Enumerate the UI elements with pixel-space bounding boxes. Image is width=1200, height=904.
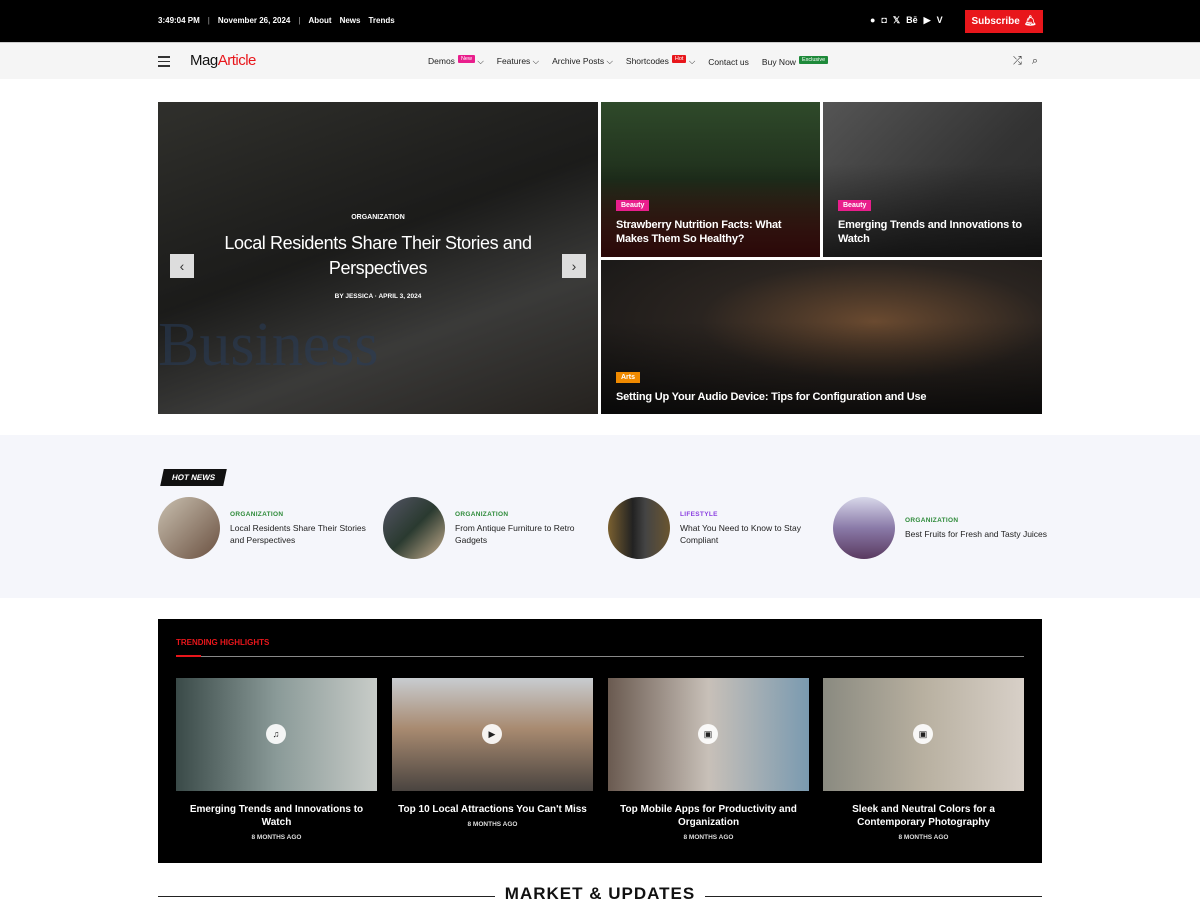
bell-icon: 🔔︎ [1023,16,1037,27]
nav-shortcodes[interactable]: Shortcodes Hot ⌵ [626,55,695,67]
logo[interactable]: MagArticle [190,52,256,69]
tile-title[interactable]: Strawberry Nutrition Facts: What Makes T… [616,218,810,246]
nav-features[interactable]: Features ⌵ [497,56,539,67]
hot-news-item[interactable]: ORGANIZATION Local Residents Share Their … [158,497,378,559]
youtube-icon[interactable]: ▶ [924,15,931,26]
trending-card[interactable]: ♫ Emerging Trends and Innovations to Watc… [176,678,377,841]
trending-card[interactable]: ▣ Sleek and Neutral Colors for a Contempo… [823,678,1024,841]
hot-news-item[interactable]: LIFESTYLE What You Need to Know to Stay C… [608,497,828,559]
hero-tile[interactable]: Beauty Strawberry Nutrition Facts: What M… [601,102,820,257]
section-title: TRENDING HIGHLIGHTS [176,638,270,647]
hero-author[interactable]: JESSICA [345,293,373,300]
trending-card[interactable]: ▶ Top 10 Local Attractions You Can't Miss… [392,678,593,828]
hero-title[interactable]: Local Residents Share Their Stories and … [208,231,548,281]
hero-main[interactable]: Business ORGANIZATION Local Residents Sh… [158,102,598,414]
menu-icon[interactable] [158,56,170,70]
thumbnail[interactable] [383,497,445,559]
top-link-about[interactable]: About [308,16,331,25]
category-badge[interactable]: Beauty [616,200,650,211]
nav-archive-posts[interactable]: Archive Posts ⌵ [552,56,613,67]
nav-contact[interactable]: Contact us [708,57,749,67]
main-nav: MagArticle Demos New ⌵ Features ⌵ Archive… [0,42,1200,79]
music-icon: ♫ [266,724,286,744]
hero-date: APRIL 3, 2024 [378,293,422,300]
instagram-icon[interactable]: ◘ [881,15,886,26]
hot-news-item[interactable]: ORGANIZATION Best Fruits for Fresh and Ta… [833,497,1048,559]
nav-demos[interactable]: Demos New ⌵ [428,55,484,67]
thumbnail[interactable] [833,497,895,559]
hot-news-label: HOT NEWS [160,469,227,486]
gallery-icon: ▣ [913,724,933,744]
tile-title[interactable]: Setting Up Your Audio Device: Tips for C… [616,390,1032,404]
shuffle-icon[interactable]: ⤮ [1013,55,1022,68]
play-icon: ▶ [482,724,502,744]
category-badge[interactable]: Beauty [838,200,872,211]
trending-card[interactable]: ▣ Top Mobile Apps for Productivity and Or… [608,678,809,841]
facebook-icon[interactable]: ● [870,15,875,26]
top-link-trends[interactable]: Trends [368,16,394,25]
gallery-icon: ▣ [698,724,718,744]
trending-section: TRENDING HIGHLIGHTS ♫ Emerging Trends and… [158,619,1042,863]
subscribe-label: Subscribe [971,16,1020,27]
hero-category[interactable]: ORGANIZATION [158,214,598,221]
date: November 26, 2024 [217,16,291,25]
vimeo-icon[interactable]: V [937,15,943,26]
tile-title[interactable]: Emerging Trends and Innovations to Watch [838,218,1032,246]
clock: 3:49:04 PM [158,16,200,25]
search-icon[interactable]: ⌕ [1032,55,1038,68]
behance-icon[interactable]: Bē [906,15,918,26]
next-slide-button[interactable]: › [562,254,586,278]
market-heading: MARKET & UPDATES [158,884,1042,904]
hero-tile[interactable]: Arts Setting Up Your Audio Device: Tips f… [601,260,1042,414]
nav-buy-now[interactable]: Buy Now Exclusive [762,55,829,67]
subscribe-button[interactable]: Subscribe 🔔︎ [965,10,1043,33]
top-bar: 3:49:04 PM | November 26, 2024 | About New… [0,0,1200,42]
category-badge[interactable]: Arts [616,372,641,383]
top-link-news[interactable]: News [340,16,361,25]
prev-slide-button[interactable]: ‹ [170,254,194,278]
x-icon[interactable]: 𝕏 [893,15,900,26]
hero-tile[interactable]: Beauty Emerging Trends and Innovations to… [823,102,1042,257]
thumbnail[interactable] [158,497,220,559]
thumbnail[interactable] [608,497,670,559]
hot-news-item[interactable]: ORGANIZATION From Antique Furniture to Re… [383,497,603,559]
